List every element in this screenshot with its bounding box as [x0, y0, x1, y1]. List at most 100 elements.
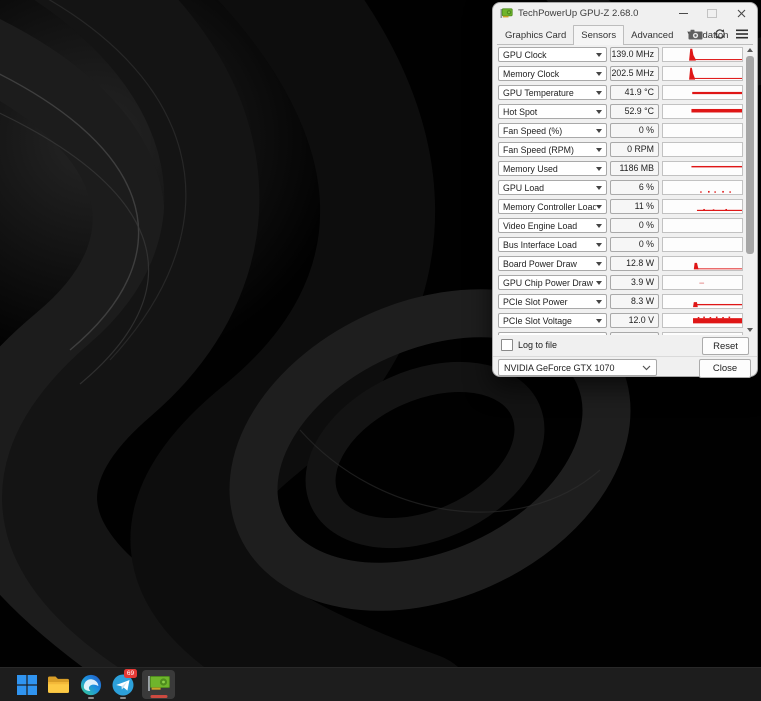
- sensor-row: Memory Controller Load 11 %: [498, 197, 745, 216]
- sensor-row: PCIe Slot Power 8.3 W: [498, 292, 745, 311]
- sensor-list: GPU Clock 139.0 MHz Memory Clock 202.5 MHz G…: [498, 45, 745, 335]
- sensor-row: Memory Clock 202.5 MHz: [498, 64, 745, 83]
- scrollbar-thumb[interactable]: [745, 56, 754, 254]
- sensor-name: Memory Controller Load: [503, 201, 596, 212]
- sensor-name: GPU Clock: [503, 49, 547, 60]
- sensor-history-graph: [662, 180, 743, 195]
- bottom-bar: NVIDIA GeForce GTX 1070 Close: [493, 356, 757, 378]
- window-title: TechPowerUp GPU-Z 2.68.0: [518, 8, 639, 19]
- sensor-history-graph: [662, 275, 743, 290]
- sensor-value: 1186 MB: [610, 161, 659, 176]
- taskbar-start-button[interactable]: [14, 670, 39, 699]
- sensor-history-graph: [662, 47, 743, 62]
- sensor-value: 52.9 °C: [610, 104, 659, 119]
- close-window-button[interactable]: [733, 7, 749, 20]
- close-button[interactable]: Close: [699, 359, 751, 378]
- screenshot-camera-icon[interactable]: [688, 29, 704, 40]
- sensor-value: 6 %: [610, 180, 659, 195]
- dropdown-caret-icon: [596, 261, 602, 266]
- sensor-row: Board Power Draw 12.8 W: [498, 254, 745, 273]
- sensor-name: Bus Interface Load: [503, 239, 577, 250]
- sensor-row: Video Engine Load 0 %: [498, 216, 745, 235]
- taskbar: 69: [0, 667, 761, 701]
- sensor-name-dropdown[interactable]: GPU Temperature: [498, 85, 607, 100]
- start-icon: [16, 674, 37, 695]
- sensor-value: 0 %: [610, 218, 659, 233]
- sensor-name-dropdown[interactable]: Bus Interface Load: [498, 237, 607, 252]
- dropdown-caret-icon: [596, 185, 602, 190]
- sensor-row: GPU Load 6 %: [498, 178, 745, 197]
- dropdown-caret-icon: [596, 204, 602, 209]
- sensor-name: PCIe Slot Voltage: [503, 315, 572, 326]
- sensor-row: GPU Clock 139.0 MHz: [498, 45, 745, 64]
- sensor-name-dropdown[interactable]: Fan Speed (RPM): [498, 142, 607, 157]
- sensor-name-dropdown[interactable]: PCIe Slot Power: [498, 294, 607, 309]
- sensor-name: GPU Temperature: [503, 87, 574, 98]
- gpu-z-app-icon: [500, 8, 513, 18]
- tab-graphics-card[interactable]: Graphics Card: [498, 27, 573, 45]
- sensor-name: Memory Clock: [503, 68, 560, 79]
- menu-icon[interactable]: [736, 29, 748, 39]
- sensor-name-dropdown[interactable]: Video Engine Load: [498, 218, 607, 233]
- dropdown-caret-icon: [596, 71, 602, 76]
- sensor-history-graph: [662, 142, 743, 157]
- sensor-history-graph: [662, 123, 743, 138]
- sensor-history-graph: [662, 66, 743, 81]
- sensor-value: 0 RPM: [610, 142, 659, 157]
- sensor-history-graph: [662, 104, 743, 119]
- sensor-name-dropdown[interactable]: Board Power Draw: [498, 256, 607, 271]
- gpu-select-dropdown[interactable]: NVIDIA GeForce GTX 1070: [498, 359, 657, 376]
- sensor-history-graph: [662, 85, 743, 100]
- titlebar[interactable]: TechPowerUp GPU-Z 2.68.0: [493, 3, 757, 24]
- sensor-name: Hot Spot: [503, 106, 538, 117]
- sensor-name: Fan Speed (RPM): [503, 144, 574, 155]
- sensor-history-graph: [662, 313, 743, 328]
- sensor-value: 0 %: [610, 237, 659, 252]
- sensor-value: 8.3 W: [610, 294, 659, 309]
- sensor-name-dropdown[interactable]: GPU Clock: [498, 47, 607, 62]
- dropdown-caret-icon: [596, 223, 602, 228]
- dropdown-caret-icon: [596, 147, 602, 152]
- running-indicator: [87, 696, 94, 699]
- dropdown-caret-icon: [596, 166, 602, 171]
- sensor-value: 12.0 V: [610, 313, 659, 328]
- tab-sensors[interactable]: Sensors: [573, 25, 625, 45]
- sensor-name: Board Power Draw: [503, 258, 577, 269]
- close-icon: [737, 9, 745, 18]
- log-to-file-label: Log to file: [518, 340, 558, 350]
- sensor-scrollbar[interactable]: [744, 45, 755, 335]
- sensor-name-dropdown[interactable]: Fan Speed (%): [498, 123, 607, 138]
- minimize-button[interactable]: [675, 7, 691, 20]
- maximize-button: [704, 7, 720, 20]
- sensor-value: 0 %: [610, 123, 659, 138]
- chevron-down-icon: [642, 365, 651, 370]
- tab-advanced[interactable]: Advanced: [624, 27, 680, 45]
- scroll-down-icon[interactable]: [744, 325, 755, 335]
- dropdown-caret-icon: [596, 109, 602, 114]
- reset-button[interactable]: Reset: [702, 337, 749, 355]
- taskbar-gpu-z-button[interactable]: [142, 670, 175, 699]
- sensor-history-graph: [662, 237, 743, 252]
- sensor-name-dropdown[interactable]: GPU Chip Power Draw: [498, 275, 607, 290]
- sensor-name-dropdown[interactable]: Memory Controller Load: [498, 199, 607, 214]
- log-to-file-control[interactable]: Log to file: [501, 339, 557, 351]
- active-app-indicator: [150, 695, 167, 698]
- sensor-history-graph: [662, 161, 743, 176]
- sensor-name: GPU Chip Power Draw: [503, 277, 593, 288]
- refresh-icon[interactable]: [714, 28, 726, 40]
- sensor-name-dropdown[interactable]: Memory Used: [498, 161, 607, 176]
- taskbar-telegram-button[interactable]: 69: [110, 669, 137, 699]
- gpu-z-window: TechPowerUp GPU-Z 2.68.0 Graphics Card Se…: [492, 2, 758, 378]
- log-to-file-checkbox[interactable]: [501, 339, 513, 351]
- taskbar-file-explorer-button[interactable]: [46, 670, 71, 699]
- taskbar-edge-button[interactable]: [78, 670, 103, 699]
- sensor-name-dropdown[interactable]: Hot Spot: [498, 104, 607, 119]
- sensor-name-dropdown[interactable]: PCIe Slot Voltage: [498, 313, 607, 328]
- gpu-name: NVIDIA GeForce GTX 1070: [504, 362, 615, 373]
- sensor-name-dropdown[interactable]: GPU Load: [498, 180, 607, 195]
- sensor-name-dropdown[interactable]: Memory Clock: [498, 66, 607, 81]
- sensor-row: Hot Spot 52.9 °C: [498, 102, 745, 121]
- gpu-z-icon: [147, 676, 170, 691]
- scroll-up-icon[interactable]: [744, 45, 755, 55]
- sensor-value: 139.0 MHz: [610, 47, 659, 62]
